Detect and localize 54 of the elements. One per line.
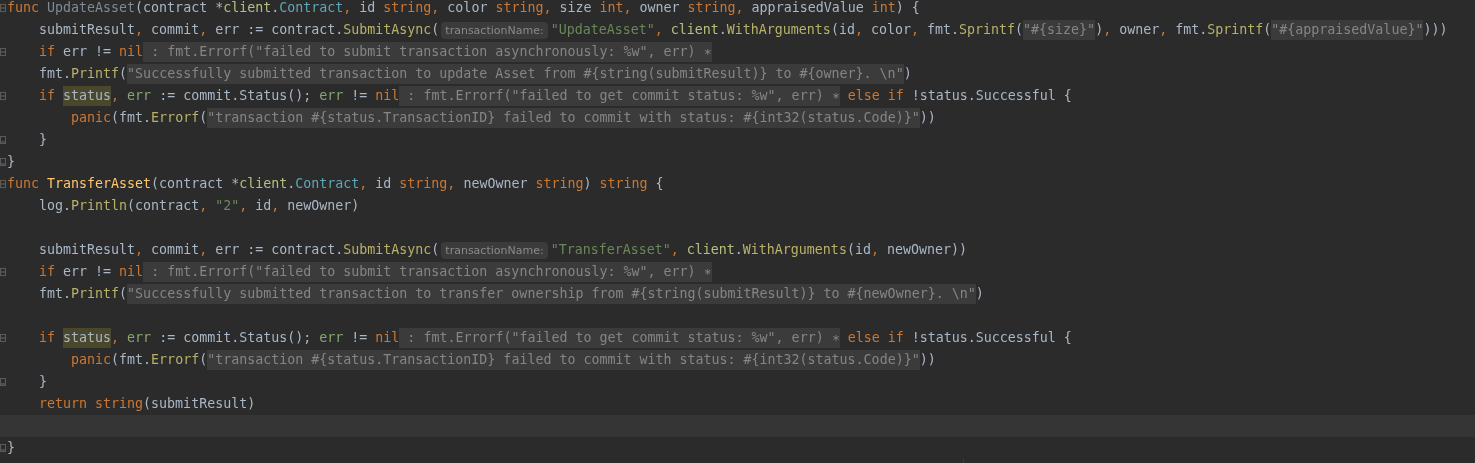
code-text: if xyxy=(38,329,57,347)
fold-icon[interactable] xyxy=(0,48,6,56)
fold-icon[interactable] xyxy=(0,158,6,166)
code-text: if err != nil xyxy=(38,263,144,281)
code-text: ) xyxy=(903,65,912,83)
code-text: func UpdateAsset(contract *client.Contract, id string, color string, size int, owner string, appraisedValue int) { xyxy=(7,0,920,17)
code-text: ) xyxy=(975,285,984,303)
folded-code[interactable]: : fmt.Errorf("failed to submit transaction asynchronously: %w", err) ∗ xyxy=(143,42,712,62)
fold-icon[interactable] xyxy=(0,444,6,452)
code-text: )) xyxy=(919,351,936,369)
fold-icon[interactable] xyxy=(0,268,6,276)
code-text: ))) xyxy=(1423,21,1448,39)
code-text: , err := commit.Status(); err != nil xyxy=(111,87,400,105)
code-text: )) xyxy=(919,109,936,127)
folded-code[interactable]: : fmt.Errorf("failed to get commit status: %w", err) ∗ xyxy=(399,86,840,106)
code-text: return string(submitResult) xyxy=(38,395,256,413)
code-text: else if !status.Successful { xyxy=(846,329,1072,347)
fold-icon[interactable] xyxy=(0,378,6,386)
code-text: } xyxy=(7,153,15,171)
code-text: panic(fmt.Errorf( xyxy=(70,109,208,127)
parameter-hint: transactionName: xyxy=(441,241,548,259)
code-text: log.Println(contract, "2", id, newOwner) xyxy=(38,197,360,215)
highlighted-identifier: status xyxy=(63,86,112,106)
code-text: "UpdateAsset", client.WithArguments(id, color, fmt.Sprintf( xyxy=(550,21,1024,39)
code-text: submitResult, commit, err := contract.SubmitAsync( xyxy=(38,21,440,39)
code-text: , err := commit.Status(); err != nil xyxy=(111,329,400,347)
code-text: } xyxy=(38,373,48,391)
folded-code[interactable]: "Successfully submitted transaction to update Asset from #{string(submitResult)} to #{owner}. \n" xyxy=(127,64,904,84)
fold-icon[interactable] xyxy=(0,136,6,144)
code-text: submitResult, commit, err := contract.SubmitAsync( xyxy=(38,241,440,259)
code-text: fmt.Printf( xyxy=(38,65,128,83)
code-text: panic(fmt.Errorf( xyxy=(70,351,208,369)
folded-code[interactable]: : fmt.Errorf("failed to submit transaction asynchronously: %w", err) ∗ xyxy=(143,262,712,282)
code-text: else if !status.Successful { xyxy=(846,87,1072,105)
fold-icon[interactable] xyxy=(0,92,6,100)
parameter-hint: transactionName: xyxy=(441,21,548,39)
folded-code[interactable]: "Successfully submitted transaction to transfer ownership from #{string(submitResult)} to #{newOwner}. \n" xyxy=(127,284,976,304)
fold-icon[interactable] xyxy=(0,334,6,342)
code-text: } xyxy=(38,131,48,149)
folded-code[interactable]: "#{appraisedValue}" xyxy=(1271,20,1424,40)
code-text: if xyxy=(38,87,57,105)
code-text: "TransferAsset", client.WithArguments(id, newOwner)) xyxy=(550,241,967,259)
code-text: fmt.Printf( xyxy=(38,285,128,303)
folded-code[interactable]: : fmt.Errorf("failed to get commit status: %w", err) ∗ xyxy=(399,328,840,348)
code-text: ), owner, fmt.Sprintf( xyxy=(1095,21,1272,39)
fold-icon[interactable] xyxy=(0,4,6,12)
fold-icon[interactable] xyxy=(0,180,6,188)
folded-code[interactable]: "transaction #{status.TransactionID} failed to commit with status: #{int32(status.Code)}" xyxy=(207,108,920,128)
code-text: func TransferAsset(contract *client.Contract, id string, newOwner string) string { xyxy=(7,175,664,193)
highlighted-identifier: status xyxy=(63,328,112,348)
folded-code[interactable]: "#{size}" xyxy=(1023,20,1096,40)
code-text: if err != nil xyxy=(38,43,144,61)
folded-code[interactable]: "transaction #{status.TransactionID} failed to commit with status: #{int32(status.Code)}" xyxy=(207,350,920,370)
code-text: } xyxy=(7,439,15,457)
